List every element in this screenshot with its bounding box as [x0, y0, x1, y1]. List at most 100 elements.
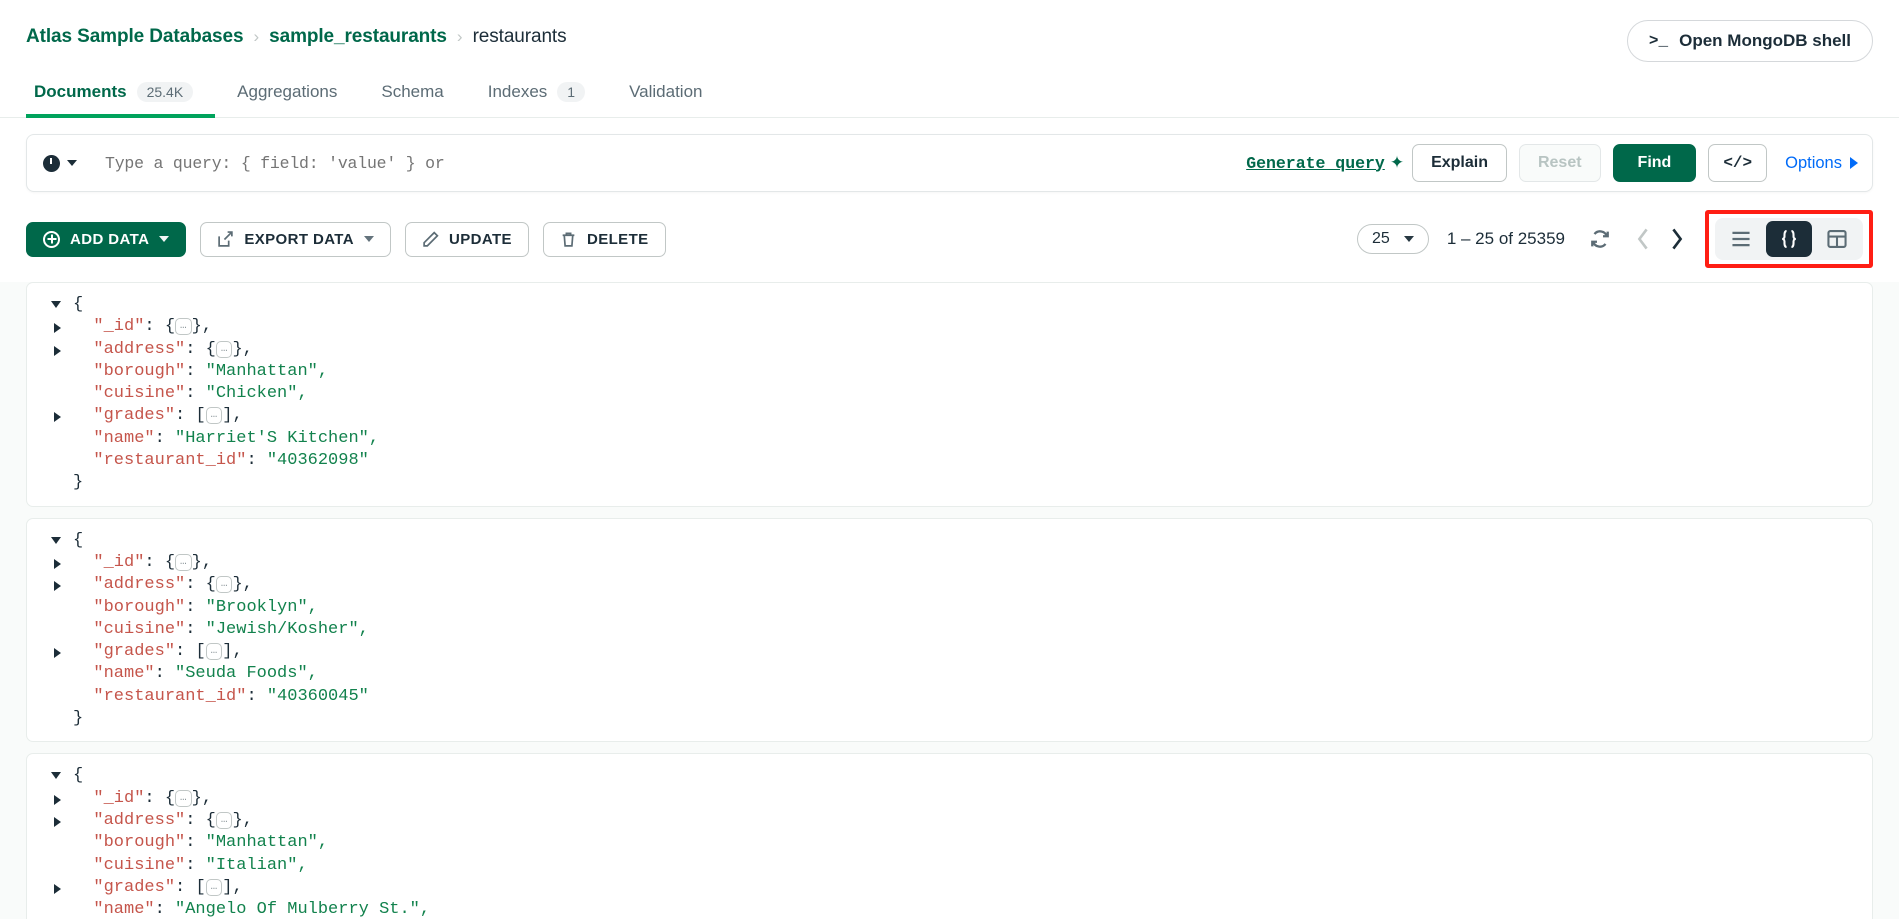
json-line: "borough": "Brooklyn",	[73, 597, 318, 619]
query-actions: Explain Reset Find </> Options	[1412, 144, 1858, 182]
caret-down-icon[interactable]	[51, 537, 61, 544]
expand-object-badge[interactable]: …	[216, 341, 233, 358]
json-close-brace-row: }	[27, 472, 1872, 494]
breadcrumb-item-1[interactable]: sample_restaurants	[269, 26, 447, 48]
query-input[interactable]	[87, 154, 1246, 173]
document-card[interactable]: { "_id": {…}, "address": {…}, "borough":…	[26, 518, 1873, 743]
json-view-button[interactable]	[1766, 221, 1812, 257]
json-line: "grades": […],	[73, 641, 243, 663]
document-list: { "_id": {…}, "address": {…}, "borough":…	[0, 282, 1899, 919]
json-open-brace-row: {	[27, 294, 1872, 316]
twisty-cell	[27, 877, 73, 894]
caret-right-icon[interactable]	[54, 323, 61, 333]
tab-label: Aggregations	[237, 82, 337, 102]
json-field-row: "name": "Harriet'S Kitchen",	[27, 428, 1872, 450]
pagination-controls	[1617, 227, 1705, 251]
caret-right-icon[interactable]	[54, 648, 61, 658]
refresh-icon	[1589, 228, 1611, 250]
tab-aggregations[interactable]: Aggregations	[215, 76, 359, 118]
query-history-button[interactable]	[43, 155, 87, 172]
caret-right-icon[interactable]	[54, 795, 61, 805]
view-toggle-highlight	[1705, 210, 1873, 268]
json-line: "cuisine": "Italian",	[73, 855, 308, 877]
expand-object-badge[interactable]: …	[175, 790, 192, 807]
json-line: "cuisine": "Chicken",	[73, 383, 308, 405]
tab-documents[interactable]: Documents25.4K	[26, 76, 215, 118]
twisty-cell	[27, 708, 73, 715]
json-line: {	[73, 294, 83, 316]
twisty-cell	[27, 619, 73, 626]
tab-label: Schema	[381, 82, 443, 102]
crud-actions: ADD DATA EXPORT DATA UPDATE	[26, 222, 666, 257]
open-mongodb-shell-button[interactable]: >_ Open MongoDB shell	[1627, 20, 1873, 62]
tab-indexes[interactable]: Indexes1	[466, 76, 607, 118]
json-field-row: "grades": […],	[27, 877, 1872, 899]
caret-right-icon[interactable]	[54, 412, 61, 422]
tab-schema[interactable]: Schema	[359, 76, 465, 118]
page-size-value: 25	[1372, 230, 1390, 248]
clock-icon	[43, 155, 60, 172]
caret-down-icon[interactable]	[51, 301, 61, 308]
breadcrumb-item-0[interactable]: Atlas Sample Databases	[26, 26, 243, 48]
json-line: "cuisine": "Jewish/Kosher",	[73, 619, 369, 641]
json-line: "borough": "Manhattan",	[73, 832, 328, 854]
expand-array-badge[interactable]: …	[206, 879, 223, 896]
chevron-down-icon	[159, 236, 169, 242]
options-toggle[interactable]: Options	[1779, 154, 1858, 173]
result-count: 1 – 25 of 25359	[1429, 229, 1583, 249]
twisty-cell	[27, 597, 73, 604]
caret-right-icon[interactable]	[54, 581, 61, 591]
expand-object-badge[interactable]: …	[216, 812, 233, 829]
document-card[interactable]: { "_id": {…}, "address": {…}, "borough":…	[26, 753, 1873, 919]
json-close-brace-row: }	[27, 708, 1872, 730]
find-button[interactable]: Find	[1613, 144, 1697, 182]
twisty-cell	[27, 574, 73, 591]
add-data-button[interactable]: ADD DATA	[26, 222, 186, 257]
tab-validation[interactable]: Validation	[607, 76, 724, 118]
export-data-button[interactable]: EXPORT DATA	[200, 222, 391, 257]
delete-button[interactable]: DELETE	[543, 222, 666, 257]
json-field-row: "borough": "Manhattan",	[27, 832, 1872, 854]
collection-tabs: Documents25.4K Aggregations Schema Indexes1…	[0, 62, 1899, 118]
twisty-cell	[27, 810, 73, 827]
json-field-row: "name": "Seuda Foods",	[27, 663, 1872, 685]
expand-object-badge[interactable]: …	[175, 554, 192, 571]
caret-right-icon[interactable]	[54, 817, 61, 827]
expand-object-badge[interactable]: …	[175, 318, 192, 335]
previous-page-button[interactable]	[1633, 227, 1653, 251]
query-bar: Generate_query ✦ Explain Reset Find </> …	[26, 134, 1873, 192]
expand-array-badge[interactable]: …	[206, 407, 223, 424]
twisty-cell	[27, 765, 73, 779]
caret-right-icon[interactable]	[54, 559, 61, 569]
caret-right-icon[interactable]	[54, 884, 61, 894]
json-field-row: "cuisine": "Jewish/Kosher",	[27, 619, 1872, 641]
twisty-cell	[27, 855, 73, 862]
json-line: {	[73, 530, 83, 552]
update-button[interactable]: UPDATE	[405, 222, 529, 257]
generate-query-link[interactable]: Generate_query	[1246, 154, 1385, 173]
export-to-language-icon[interactable]: </>	[1708, 144, 1767, 182]
caret-down-icon[interactable]	[51, 772, 61, 779]
json-line: "name": "Angelo Of Mulberry St.",	[73, 899, 430, 919]
json-line: "restaurant_id": "40362098"	[73, 450, 369, 472]
twisty-cell	[27, 339, 73, 356]
json-line: }	[73, 472, 83, 494]
expand-object-badge[interactable]: …	[216, 576, 233, 593]
document-card[interactable]: { "_id": {…}, "address": {…}, "borough":…	[26, 282, 1873, 507]
reset-button[interactable]: Reset	[1519, 144, 1601, 182]
twisty-cell	[27, 361, 73, 368]
explain-button[interactable]: Explain	[1412, 144, 1507, 182]
json-line: "address": {…},	[73, 339, 253, 361]
twisty-cell	[27, 472, 73, 479]
plus-circle-icon	[43, 231, 60, 248]
tab-badge: 1	[557, 82, 585, 102]
expand-array-badge[interactable]: …	[206, 643, 223, 660]
page-size-select[interactable]: 25	[1357, 224, 1429, 254]
table-view-button[interactable]	[1814, 221, 1860, 257]
caret-right-icon[interactable]	[54, 346, 61, 356]
next-page-button[interactable]	[1667, 227, 1687, 251]
refresh-button[interactable]	[1583, 228, 1617, 250]
open-mongodb-shell-label: Open MongoDB shell	[1679, 31, 1851, 51]
twisty-cell	[27, 552, 73, 569]
list-view-button[interactable]	[1718, 221, 1764, 257]
